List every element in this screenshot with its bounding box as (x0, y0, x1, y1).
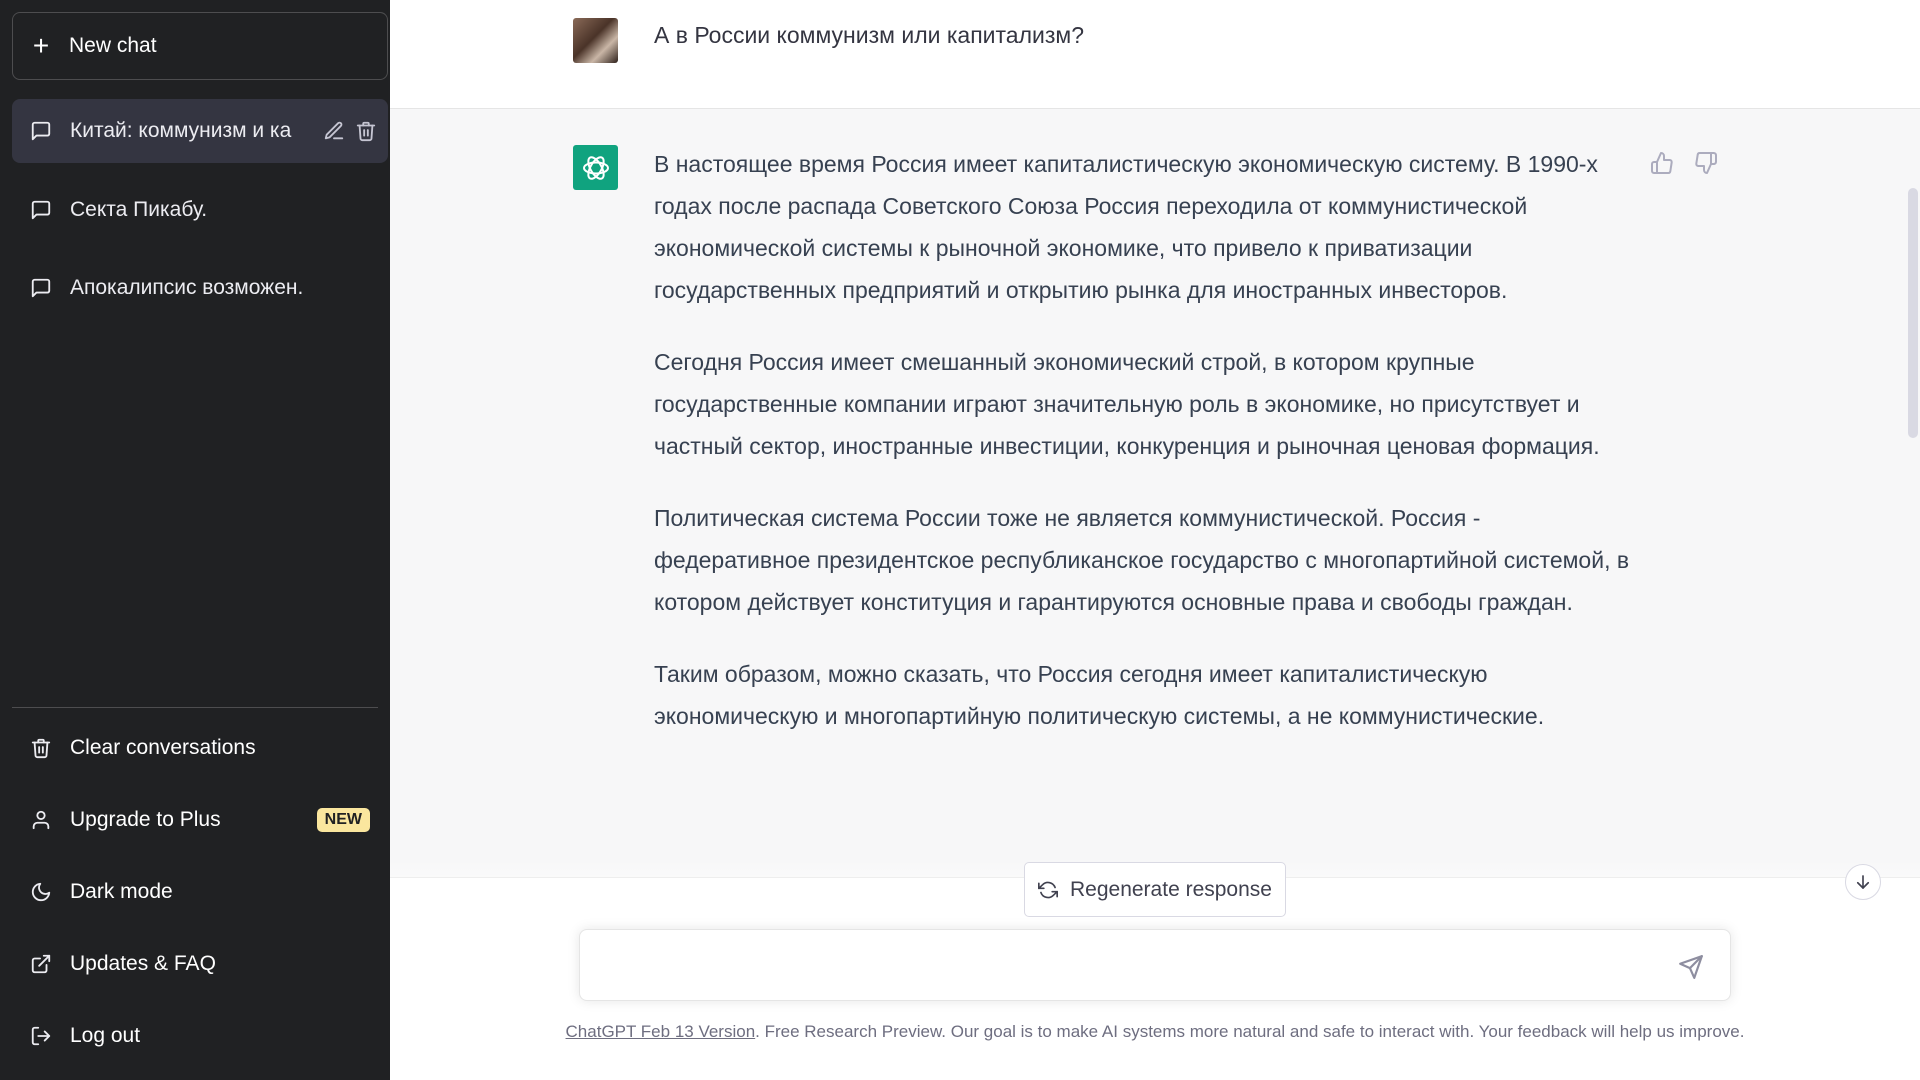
chat-bubble-icon (31, 121, 51, 141)
refresh-icon (1038, 881, 1058, 898)
feedback-buttons (1650, 151, 1718, 175)
updates-faq-label: Updates & FAQ (70, 952, 216, 975)
updates-faq-link[interactable]: Updates & FAQ (12, 934, 388, 994)
log-out-icon (31, 1026, 51, 1046)
thumbs-up-icon[interactable] (1650, 151, 1674, 175)
user-avatar (573, 18, 618, 63)
sidebar: + New chat Китай: коммунизм и ка Секта П… (0, 0, 390, 1080)
dark-mode-button[interactable]: Dark mode (12, 862, 388, 922)
assistant-message-text: В настоящее время Россия имеет капиталис… (654, 143, 1634, 767)
upgrade-label: Upgrade to Plus (70, 808, 221, 831)
chat-main: А в России коммунизм или капитализм? В н… (390, 0, 1920, 1080)
version-link[interactable]: ChatGPT Feb 13 Version (566, 1022, 756, 1041)
chatgpt-logo-icon (573, 145, 618, 190)
dark-mode-label: Dark mode (70, 880, 173, 903)
scroll-to-bottom-button[interactable] (1845, 864, 1881, 900)
conversation-label: Секта Пикабу. (70, 198, 208, 221)
log-out-button[interactable]: Log out (12, 1006, 388, 1066)
clear-conversations-button[interactable]: Clear conversations (12, 718, 388, 778)
message-composer (579, 929, 1731, 1001)
log-out-label: Log out (70, 1024, 141, 1047)
external-link-icon (31, 954, 51, 974)
conversation-label: Апокалипсис возможен. (70, 276, 304, 299)
message-input[interactable] (596, 950, 1660, 986)
user-icon (32, 810, 50, 830)
user-message-text: А в России коммунизм или капитализм? (654, 22, 1084, 48)
sidebar-conversation-china[interactable]: Китай: коммунизм и ка (12, 99, 388, 163)
footer-text: . Free Research Preview. Our goal is to … (755, 1022, 1745, 1041)
chat-bubble-icon (31, 278, 51, 298)
answer-paragraph: В настоящее время Россия имеет капиталис… (654, 151, 1598, 303)
footer-disclaimer: ChatGPT Feb 13 Version. Free Research Pr… (390, 1022, 1920, 1042)
sidebar-conversation-apocalypse[interactable]: Апокалипсис возможен. (12, 256, 388, 320)
plus-icon: + (32, 30, 50, 61)
new-badge: NEW (316, 808, 370, 832)
new-chat-button[interactable]: + New chat (12, 12, 388, 80)
user-message-row: А в России коммунизм или капитализм? (390, 0, 1920, 109)
scrollbar-thumb[interactable] (1908, 188, 1918, 438)
conversation-label: Китай: коммунизм и ка (70, 119, 292, 142)
edit-icon[interactable] (323, 120, 345, 142)
send-icon[interactable] (1678, 954, 1704, 980)
answer-paragraph: Таким образом, можно сказать, что Россия… (654, 661, 1545, 729)
answer-paragraph: Политическая система России тоже не явля… (654, 505, 1630, 615)
trash-icon[interactable] (355, 120, 377, 142)
trash-icon (31, 738, 51, 759)
regenerate-response-button[interactable]: Regenerate response (1024, 862, 1286, 917)
sidebar-divider (12, 707, 378, 708)
sidebar-conversation-pikabu[interactable]: Секта Пикабу. (12, 178, 388, 242)
chat-bubble-icon (31, 200, 51, 220)
upgrade-to-plus-button[interactable]: Upgrade to Plus NEW (12, 790, 388, 850)
clear-conversations-label: Clear conversations (70, 736, 256, 759)
answer-paragraph: Сегодня Россия имеет смешанный экономиче… (654, 349, 1600, 459)
new-chat-label: New chat (69, 34, 157, 57)
moon-icon (31, 882, 51, 902)
assistant-message-row: В настоящее время Россия имеет капиталис… (390, 109, 1920, 878)
thumbs-down-icon[interactable] (1694, 151, 1718, 175)
regenerate-label: Regenerate response (1070, 877, 1272, 901)
arrow-down-icon (1856, 875, 1870, 889)
